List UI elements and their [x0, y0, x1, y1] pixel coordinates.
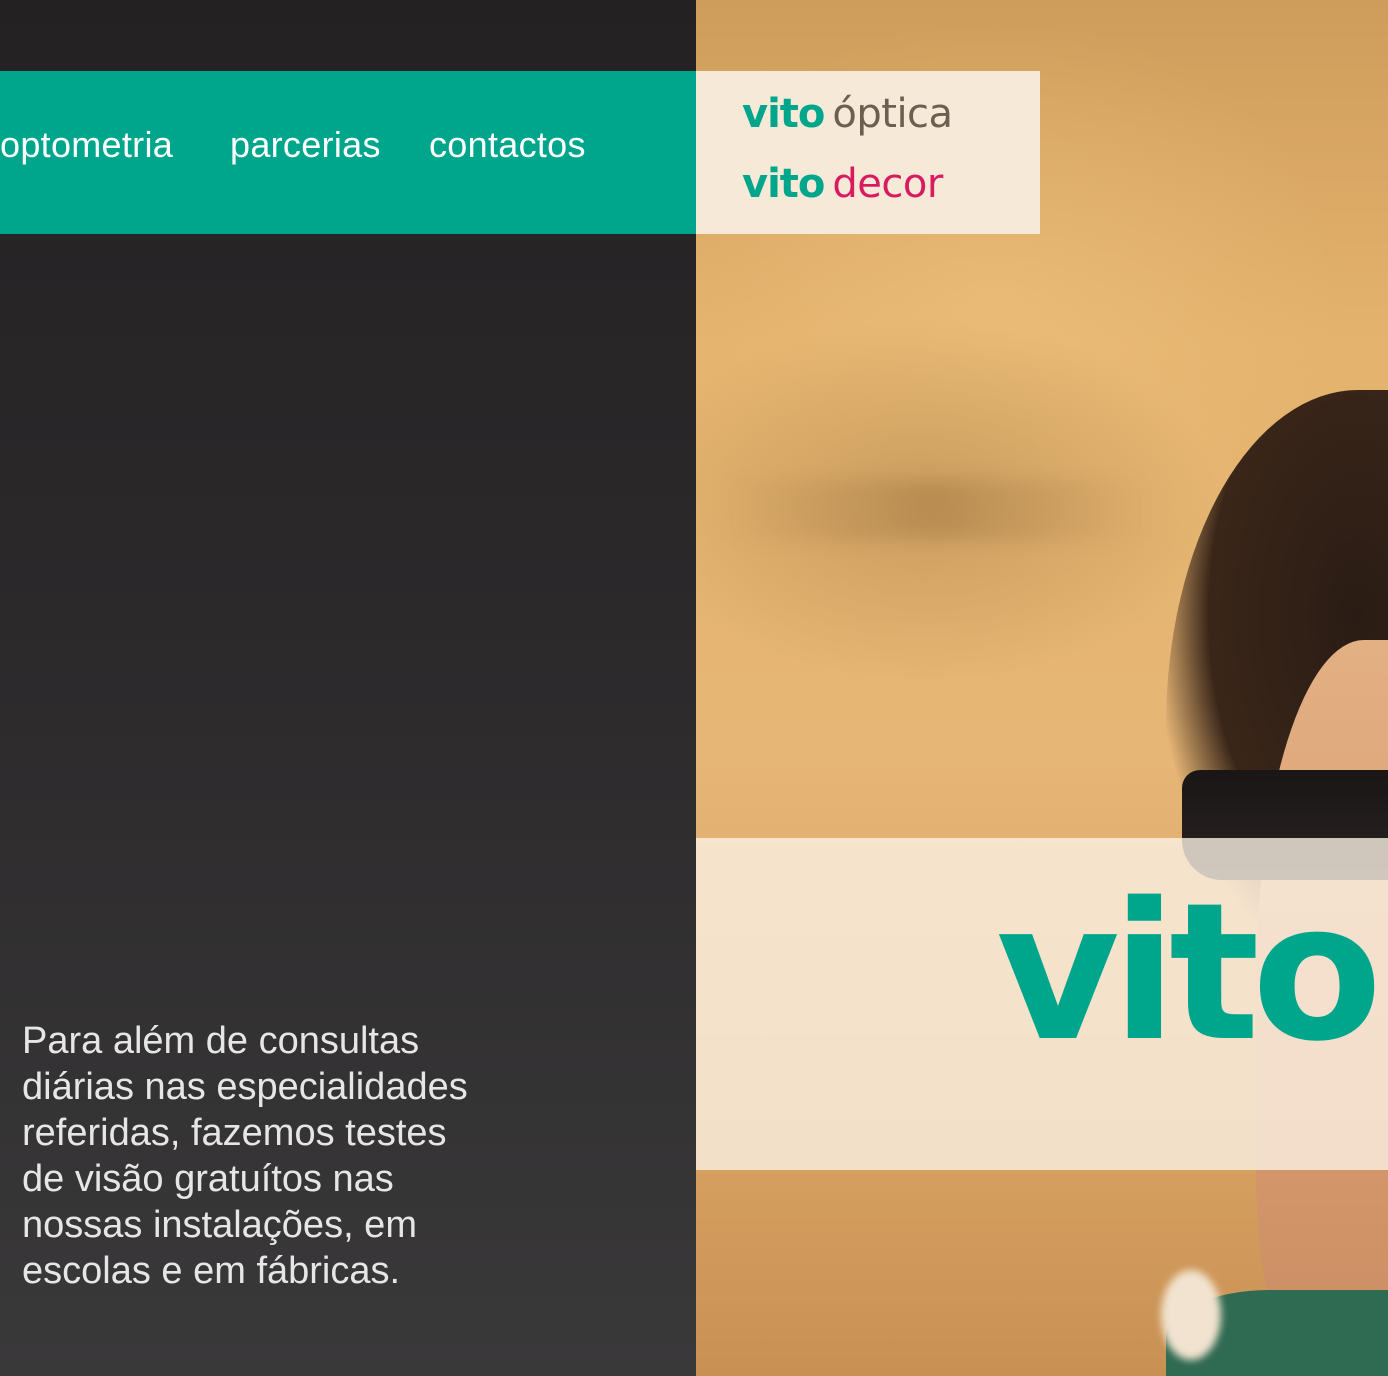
person-hand [1161, 1270, 1221, 1360]
intro-line: escolas e em fábricas. [22, 1250, 401, 1292]
intro-paragraph: Para além de consultas diárias nas espec… [22, 1018, 582, 1294]
brand-switcher: vito óptica vito decor [696, 71, 1040, 234]
vito-logo-mark: vito [742, 161, 825, 207]
vito-logo-mark: vito [742, 91, 825, 137]
intro-line: nossas instalações, em [22, 1204, 417, 1246]
hero-logo-band: vito [696, 838, 1388, 1170]
photo-wall-streak [726, 480, 1146, 540]
nav-optometria[interactable]: optometria [0, 124, 173, 166]
brand-link-decor[interactable]: vito decor [742, 161, 943, 217]
nav-contactos[interactable]: contactos [429, 124, 586, 166]
nav-parcerias[interactable]: parcerias [230, 124, 381, 166]
intro-line: diárias nas especialidades [22, 1066, 468, 1108]
brand-optica-label: óptica [832, 91, 953, 137]
intro-line: Para além de consultas [22, 1020, 420, 1062]
intro-line: de visão gratuítos nas [22, 1158, 394, 1200]
brand-decor-label: decor [832, 161, 943, 207]
hero-vito-logo: vito [996, 862, 1382, 1083]
brand-link-optica[interactable]: vito óptica [742, 91, 953, 147]
intro-line: referidas, fazemos testes [22, 1112, 447, 1154]
